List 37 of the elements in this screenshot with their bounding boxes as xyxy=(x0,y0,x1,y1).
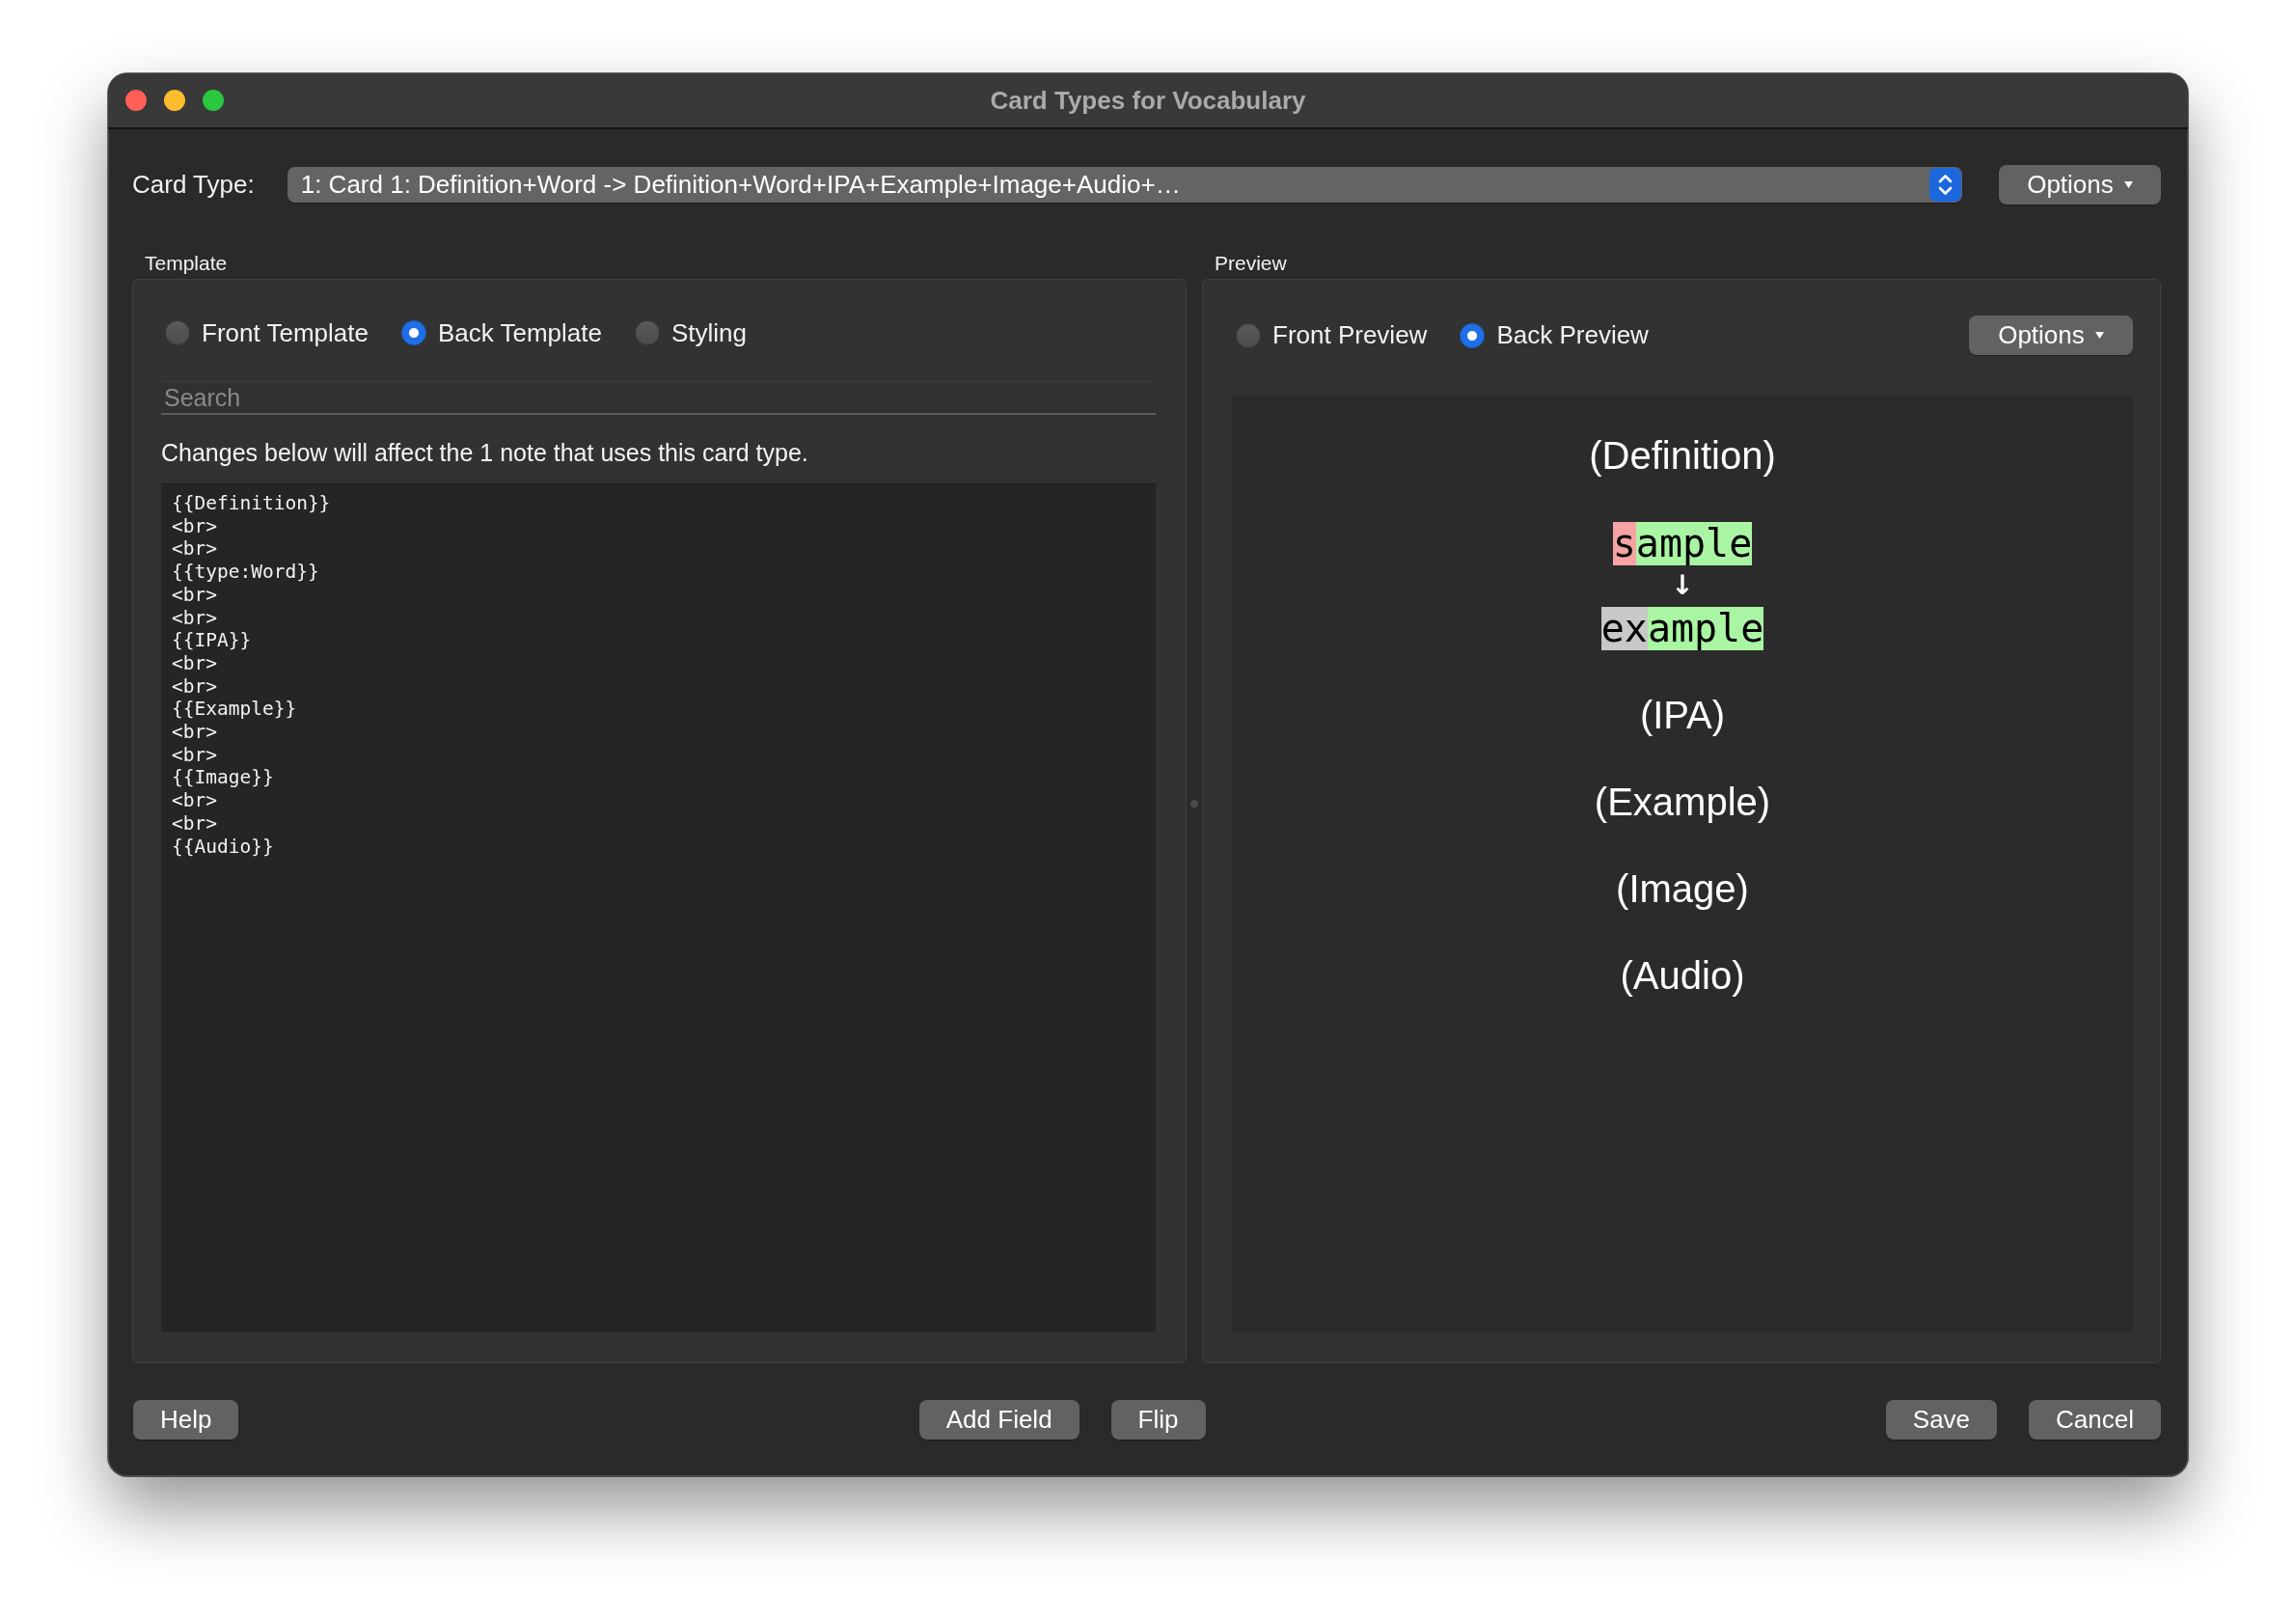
down-arrow-icon: ↓ xyxy=(1671,565,1694,606)
options-button[interactable]: Options xyxy=(1969,316,2133,355)
front-template-radio[interactable]: Front Template xyxy=(165,317,369,348)
flip-button[interactable]: Flip xyxy=(1110,1400,1206,1440)
caret-icon xyxy=(2123,181,2133,188)
correct-answer-segment: ample xyxy=(1647,606,1764,650)
close-button-icon[interactable] xyxy=(125,90,147,111)
options-button[interactable]: Options xyxy=(1999,165,2161,205)
preview-field-text: (Image) xyxy=(1616,867,1749,911)
preview-field-text: (Audio) xyxy=(1620,954,1745,998)
search-field[interactable]: Search xyxy=(161,381,1156,415)
back-preview-radio[interactable]: Back Preview xyxy=(1460,320,1649,350)
section-title: Preview xyxy=(1215,251,1287,276)
window-title: Card Types for Vocabulary xyxy=(990,85,1306,116)
splitter-handle-icon[interactable] xyxy=(1190,800,1198,808)
typed-answer-segment: ample xyxy=(1635,521,1753,565)
section-title: Template xyxy=(145,251,228,276)
template-code-editor[interactable]: {{Definition}} <br> <br> {{type:Word}} <br> <br> {{IPA}} <br> <br> {{Example}} <br> <br> {{Image}} <br> <br> {{Audio}} xyxy=(161,483,1156,1332)
preview-field-text: (Definition) xyxy=(1589,434,1776,478)
fullscreen-button-icon[interactable] xyxy=(203,90,224,111)
help-button[interactable]: Help xyxy=(133,1400,239,1440)
cancel-button[interactable]: Cancel xyxy=(2029,1400,2161,1440)
minimize-button-icon[interactable] xyxy=(164,90,185,111)
notice-text: Changes below will affect the 1 note that uses this card type. xyxy=(161,438,808,467)
card-type-select[interactable]: 1: Card 1: Definition+Word -> Definition+Word+IPA+Example+Image+Audio+… xyxy=(287,167,1962,203)
preview-field-text: (Example) xyxy=(1594,781,1771,824)
save-button[interactable]: Save xyxy=(1885,1400,1998,1440)
card-type-label: Card Type: xyxy=(132,170,255,200)
front-preview-radio[interactable]: Front Preview xyxy=(1236,320,1428,350)
typed-answer-segment: s xyxy=(1612,521,1636,565)
add-field-button[interactable]: Add Field xyxy=(918,1400,1080,1440)
styling-radio[interactable]: Styling xyxy=(635,317,748,348)
preview-field-text: (IPA) xyxy=(1639,694,1726,737)
up-down-chevron-icon xyxy=(1929,168,1961,202)
caret-icon xyxy=(2094,332,2104,339)
back-template-radio[interactable]: Back Template xyxy=(400,317,602,348)
correct-answer-segment: ex xyxy=(1600,606,1648,650)
